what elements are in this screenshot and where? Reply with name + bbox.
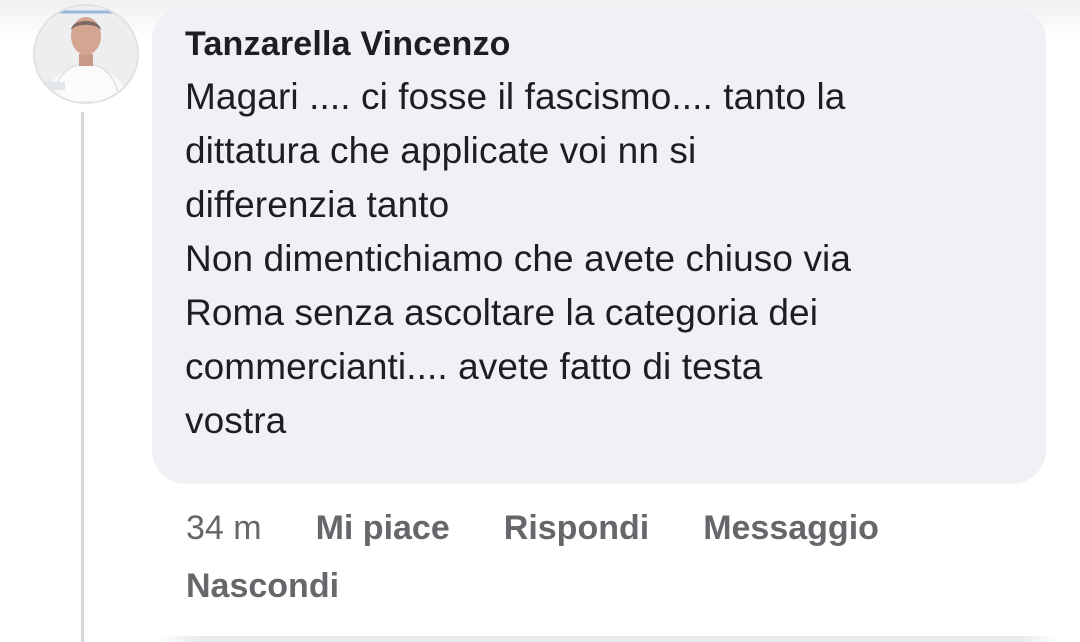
- comment-text: Magari .... ci fosse il fascismo.... tan…: [185, 76, 852, 441]
- reply-button[interactable]: Rispondi: [504, 502, 649, 554]
- like-button[interactable]: Mi piace: [316, 502, 450, 554]
- next-comment-edge: [160, 636, 1060, 642]
- comment-actions: 34 m Mi piace Rispondi Messaggio Nascond…: [186, 502, 1066, 612]
- avatar-photo-icon: [35, 6, 137, 102]
- hide-button[interactable]: Nascondi: [186, 560, 339, 612]
- comment-timestamp[interactable]: 34 m: [186, 502, 262, 554]
- avatar[interactable]: [33, 4, 139, 104]
- message-button[interactable]: Messaggio: [703, 502, 879, 554]
- thread-connector-line: [81, 112, 84, 642]
- comment-author-name[interactable]: Tanzarella Vincenzo: [185, 22, 1012, 66]
- comment-thread: Tanzarella Vincenzo Magari .... ci fosse…: [0, 0, 1080, 642]
- comment-bubble: Tanzarella Vincenzo Magari .... ci fosse…: [152, 6, 1046, 484]
